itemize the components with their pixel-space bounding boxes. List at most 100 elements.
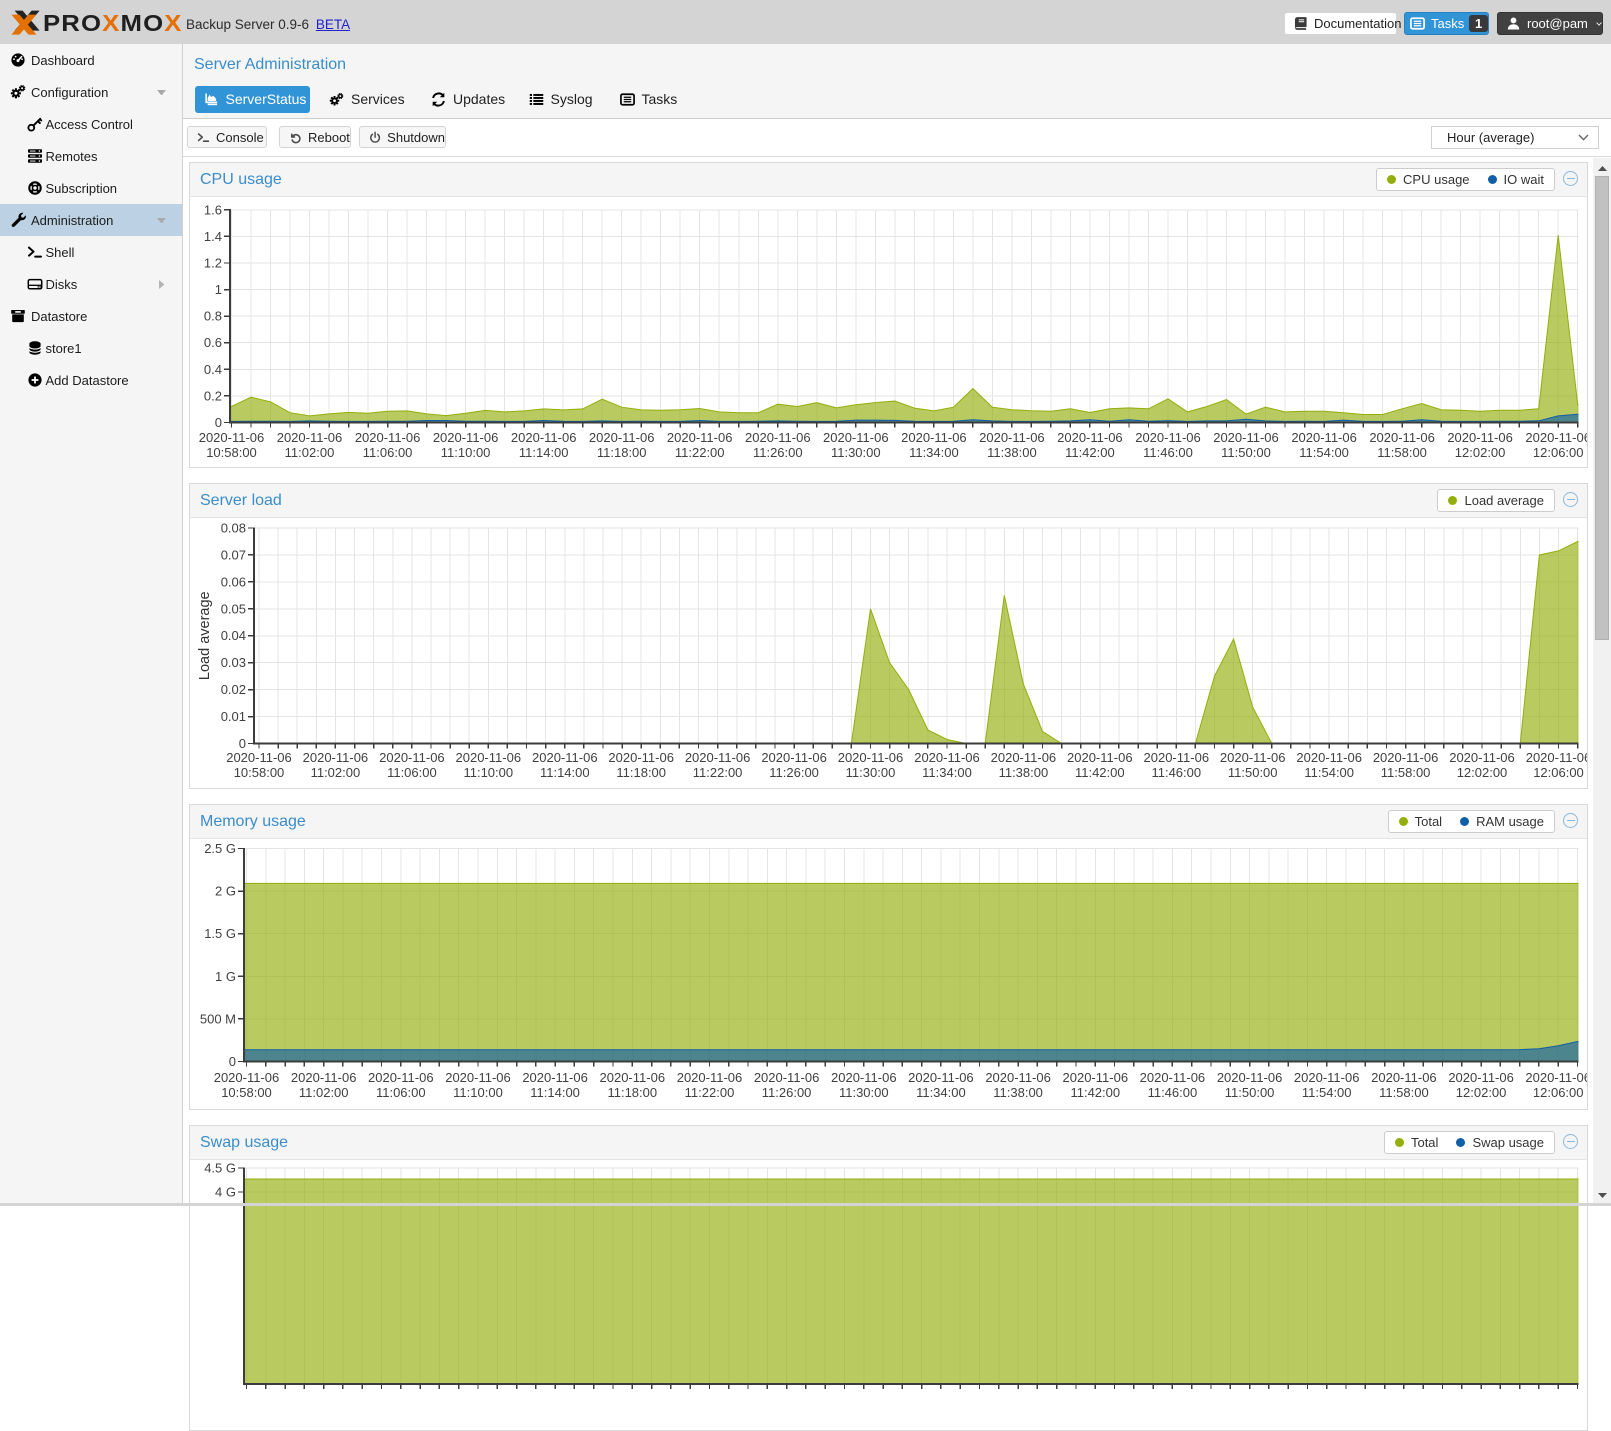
svg-text:4 G: 4 G <box>215 1185 236 1200</box>
svg-text:11:02:00: 11:02:00 <box>285 445 335 460</box>
svg-text:11:18:00: 11:18:00 <box>607 1085 657 1100</box>
svg-text:1.5 G: 1.5 G <box>204 926 236 941</box>
svg-text:2020-11-06: 2020-11-06 <box>1067 750 1133 765</box>
svg-text:11:22:00: 11:22:00 <box>675 445 725 460</box>
svg-text:2020-11-06: 2020-11-06 <box>456 750 522 765</box>
svg-text:11:10:00: 11:10:00 <box>463 765 513 780</box>
svg-text:11:02:00: 11:02:00 <box>299 1085 349 1100</box>
svg-text:10:58:00: 10:58:00 <box>206 445 257 460</box>
svg-text:2020-11-06: 2020-11-06 <box>1447 430 1513 445</box>
svg-text:0.4: 0.4 <box>204 362 222 377</box>
svg-text:2020-11-06: 2020-11-06 <box>823 430 889 445</box>
svg-text:11:30:00: 11:30:00 <box>846 765 896 780</box>
svg-text:2020-11-06: 2020-11-06 <box>600 1070 666 1085</box>
svg-text:11:46:00: 11:46:00 <box>1143 445 1193 460</box>
svg-text:2020-11-06: 2020-11-06 <box>1217 1070 1283 1085</box>
svg-text:2020-11-06: 2020-11-06 <box>667 430 733 445</box>
svg-text:0.03: 0.03 <box>221 655 246 670</box>
svg-text:2020-11-06: 2020-11-06 <box>1144 750 1210 765</box>
svg-text:12:06:00: 12:06:00 <box>1533 1085 1584 1100</box>
svg-text:2020-11-06: 2020-11-06 <box>1525 1070 1587 1085</box>
svg-text:11:38:00: 11:38:00 <box>999 765 1049 780</box>
svg-text:11:54:00: 11:54:00 <box>1304 765 1354 780</box>
svg-text:2020-11-06: 2020-11-06 <box>608 750 674 765</box>
svg-text:0.04: 0.04 <box>221 628 246 643</box>
svg-text:2020-11-06: 2020-11-06 <box>355 430 421 445</box>
svg-text:2020-11-06: 2020-11-06 <box>445 1070 511 1085</box>
svg-text:2020-11-06: 2020-11-06 <box>1294 1070 1360 1085</box>
svg-text:11:42:00: 11:42:00 <box>1075 765 1125 780</box>
svg-text:11:46:00: 11:46:00 <box>1151 765 1201 780</box>
svg-text:11:10:00: 11:10:00 <box>441 445 491 460</box>
svg-text:2020-11-06: 2020-11-06 <box>1296 750 1362 765</box>
svg-text:2020-11-06: 2020-11-06 <box>379 750 445 765</box>
svg-text:11:30:00: 11:30:00 <box>831 445 881 460</box>
svg-text:2020-11-06: 2020-11-06 <box>914 750 980 765</box>
svg-text:0.02: 0.02 <box>221 682 246 697</box>
svg-text:2020-11-06: 2020-11-06 <box>214 1070 280 1085</box>
svg-text:0.2: 0.2 <box>204 388 222 403</box>
svg-text:11:54:00: 11:54:00 <box>1299 445 1349 460</box>
svg-text:12:06:00: 12:06:00 <box>1533 445 1584 460</box>
svg-text:2020-11-06: 2020-11-06 <box>291 1070 357 1085</box>
svg-text:11:18:00: 11:18:00 <box>616 765 666 780</box>
svg-text:11:26:00: 11:26:00 <box>769 765 819 780</box>
svg-text:12:06:00: 12:06:00 <box>1533 765 1584 780</box>
svg-text:2020-11-06: 2020-11-06 <box>433 430 499 445</box>
svg-text:11:58:00: 11:58:00 <box>1381 765 1431 780</box>
svg-text:12:02:00: 12:02:00 <box>1456 1085 1507 1100</box>
svg-text:2020-11-06: 2020-11-06 <box>1063 1070 1129 1085</box>
svg-text:11:58:00: 11:58:00 <box>1379 1085 1429 1100</box>
svg-text:12:02:00: 12:02:00 <box>1457 765 1508 780</box>
svg-text:11:50:00: 11:50:00 <box>1221 445 1271 460</box>
svg-text:2020-11-06: 2020-11-06 <box>1291 430 1357 445</box>
svg-text:2020-11-06: 2020-11-06 <box>1220 750 1286 765</box>
svg-text:2020-11-06: 2020-11-06 <box>1371 1070 1437 1085</box>
svg-text:11:22:00: 11:22:00 <box>693 765 743 780</box>
svg-text:0.05: 0.05 <box>221 601 246 616</box>
svg-text:2020-11-06: 2020-11-06 <box>1213 430 1279 445</box>
svg-text:11:54:00: 11:54:00 <box>1302 1085 1352 1100</box>
svg-text:11:58:00: 11:58:00 <box>1377 445 1427 460</box>
svg-text:2020-11-06: 2020-11-06 <box>532 750 598 765</box>
svg-text:11:50:00: 11:50:00 <box>1228 765 1278 780</box>
svg-text:11:50:00: 11:50:00 <box>1225 1085 1275 1100</box>
svg-text:11:06:00: 11:06:00 <box>387 765 437 780</box>
svg-text:2020-11-06: 2020-11-06 <box>303 750 369 765</box>
svg-text:10:58:00: 10:58:00 <box>221 1085 272 1100</box>
svg-text:11:18:00: 11:18:00 <box>597 445 647 460</box>
svg-text:2020-11-06: 2020-11-06 <box>1369 430 1435 445</box>
svg-text:1: 1 <box>215 282 222 297</box>
svg-text:2020-11-06: 2020-11-06 <box>908 1070 974 1085</box>
svg-text:11:38:00: 11:38:00 <box>993 1085 1043 1100</box>
svg-text:2020-11-06: 2020-11-06 <box>226 750 292 765</box>
svg-text:11:06:00: 11:06:00 <box>363 445 413 460</box>
svg-text:1 G: 1 G <box>215 969 236 984</box>
svg-text:2020-11-06: 2020-11-06 <box>901 430 967 445</box>
svg-text:2 G: 2 G <box>215 884 236 899</box>
svg-text:11:42:00: 11:42:00 <box>1065 445 1115 460</box>
svg-text:2020-11-06: 2020-11-06 <box>1057 430 1123 445</box>
svg-text:0.6: 0.6 <box>204 335 222 350</box>
svg-text:2020-11-06: 2020-11-06 <box>1526 750 1587 765</box>
svg-text:11:06:00: 11:06:00 <box>376 1085 426 1100</box>
svg-text:11:38:00: 11:38:00 <box>987 445 1037 460</box>
svg-text:11:14:00: 11:14:00 <box>530 1085 580 1100</box>
svg-text:1.6: 1.6 <box>204 202 222 217</box>
svg-text:2020-11-06: 2020-11-06 <box>838 750 904 765</box>
svg-text:2020-11-06: 2020-11-06 <box>368 1070 434 1085</box>
svg-text:0.06: 0.06 <box>221 574 246 589</box>
svg-text:2020-11-06: 2020-11-06 <box>511 430 577 445</box>
svg-text:2020-11-06: 2020-11-06 <box>831 1070 897 1085</box>
svg-text:2020-11-06: 2020-11-06 <box>277 430 343 445</box>
svg-text:11:46:00: 11:46:00 <box>1148 1085 1198 1100</box>
svg-text:11:02:00: 11:02:00 <box>311 765 361 780</box>
svg-text:500 M: 500 M <box>200 1011 236 1026</box>
svg-text:0.08: 0.08 <box>221 521 246 536</box>
svg-text:2020-11-06: 2020-11-06 <box>979 430 1045 445</box>
svg-text:2020-11-06: 2020-11-06 <box>1140 1070 1206 1085</box>
svg-text:2020-11-06: 2020-11-06 <box>1449 750 1515 765</box>
svg-text:0.01: 0.01 <box>221 709 246 724</box>
svg-text:11:34:00: 11:34:00 <box>922 765 972 780</box>
svg-text:2020-11-06: 2020-11-06 <box>1525 430 1587 445</box>
